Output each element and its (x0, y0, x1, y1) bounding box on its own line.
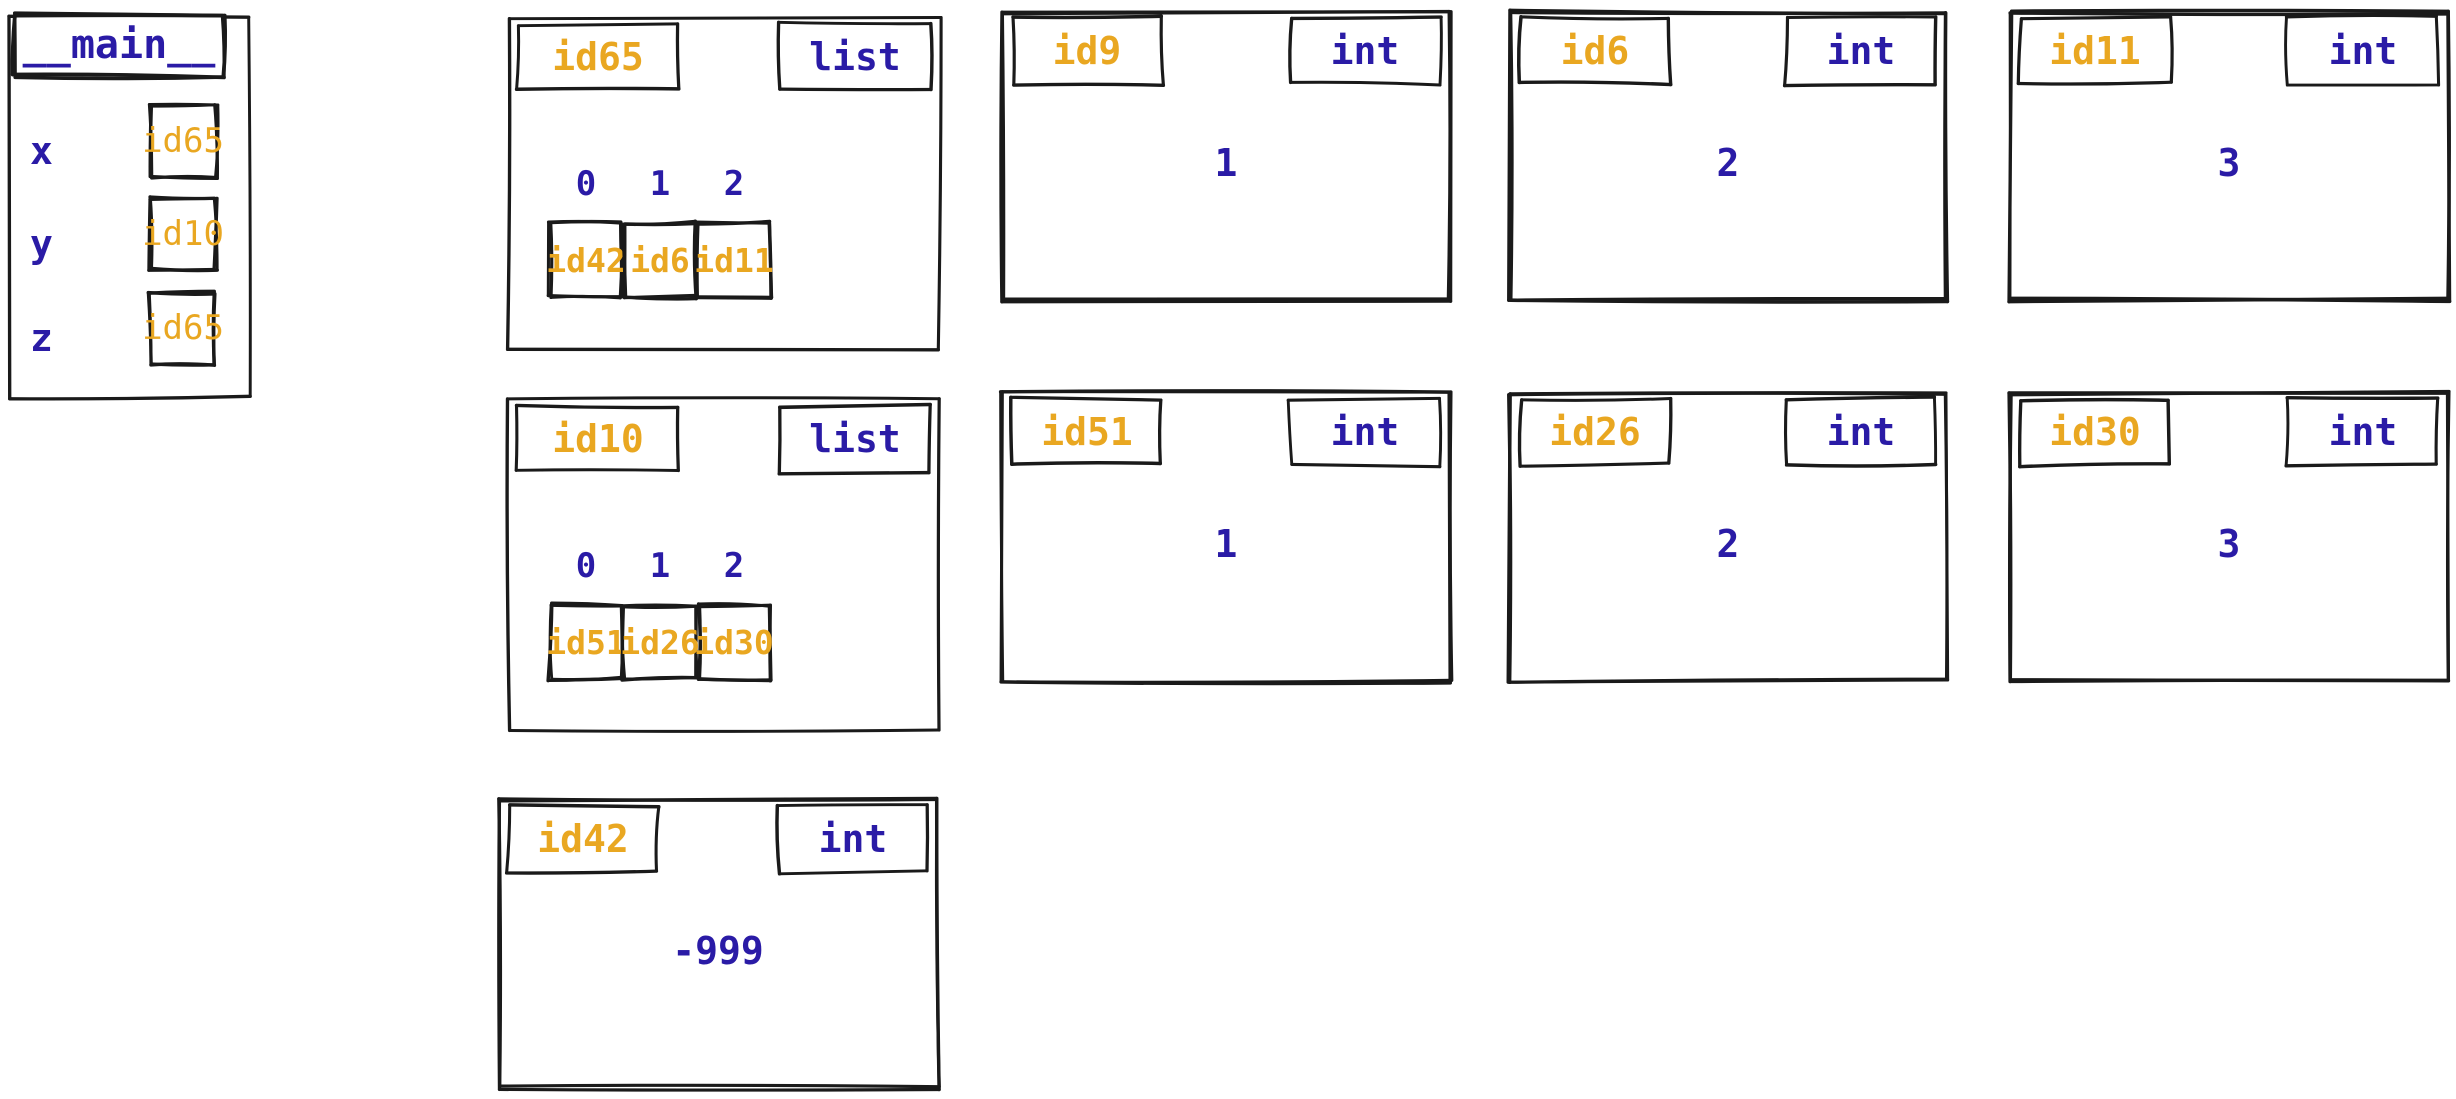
memory-diagram-canvas: __main__ x id65 y id10 z id65 id65 list 0 1 2 id42 id… (0, 0, 2456, 1099)
list-index-id65-2: 2 (723, 164, 745, 204)
object-id-id65: id65 (552, 35, 644, 79)
object-type-id51: int (1330, 410, 1400, 454)
object-type-id30: int (2328, 410, 2398, 454)
object-id-id26: id26 (1549, 410, 1641, 454)
object-type-id6: int (1826, 29, 1896, 73)
list-index-id65-1: 1 (649, 164, 671, 204)
object-value-id11: 3 (2217, 141, 2241, 185)
list-index-id10-0: 0 (575, 546, 597, 586)
list-cell-value-id65-0: id42 (546, 240, 626, 280)
object-type-id42: int (818, 817, 888, 861)
object-value-id9: 1 (1214, 141, 1238, 185)
object-id-id11: id11 (2049, 29, 2141, 73)
object-value-id51: 1 (1214, 522, 1238, 566)
object-value-id6: 2 (1716, 141, 1740, 185)
object-id-id42: id42 (537, 817, 629, 861)
list-index-id10-1: 1 (649, 546, 671, 586)
object-id-id51: id51 (1041, 410, 1133, 454)
variable-name-x: x (30, 129, 53, 173)
object-value-id30: 3 (2217, 522, 2241, 566)
list-cell-value-id65-2: id11 (694, 240, 774, 280)
list-cell-value-id10-0: id51 (546, 622, 626, 662)
list-index-id10-2: 2 (723, 546, 745, 586)
variable-name-y: y (30, 222, 53, 266)
object-type-id10: list (809, 417, 901, 461)
list-cell-value-id10-2: id30 (694, 622, 774, 662)
list-index-id65-0: 0 (575, 164, 597, 204)
list-cell-value-id65-1: id6 (630, 240, 690, 280)
object-type-id11: int (2328, 29, 2398, 73)
variable-name-z: z (30, 316, 53, 360)
object-id-id6: id6 (1560, 29, 1630, 73)
variable-value-y: id10 (142, 214, 224, 254)
stack-frame-title: __main__ (22, 22, 216, 68)
variable-value-z: id65 (142, 308, 224, 348)
list-cell-value-id10-1: id26 (620, 622, 700, 662)
object-id-id10: id10 (552, 417, 644, 461)
object-value-id26: 2 (1716, 522, 1740, 566)
object-value-id42: -999 (672, 929, 764, 973)
object-type-id65: list (809, 35, 901, 79)
object-id-id30: id30 (2049, 410, 2141, 454)
variable-value-x: id65 (142, 121, 224, 161)
object-type-id9: int (1330, 29, 1400, 73)
object-id-id9: id9 (1052, 29, 1122, 73)
object-type-id26: int (1826, 410, 1896, 454)
